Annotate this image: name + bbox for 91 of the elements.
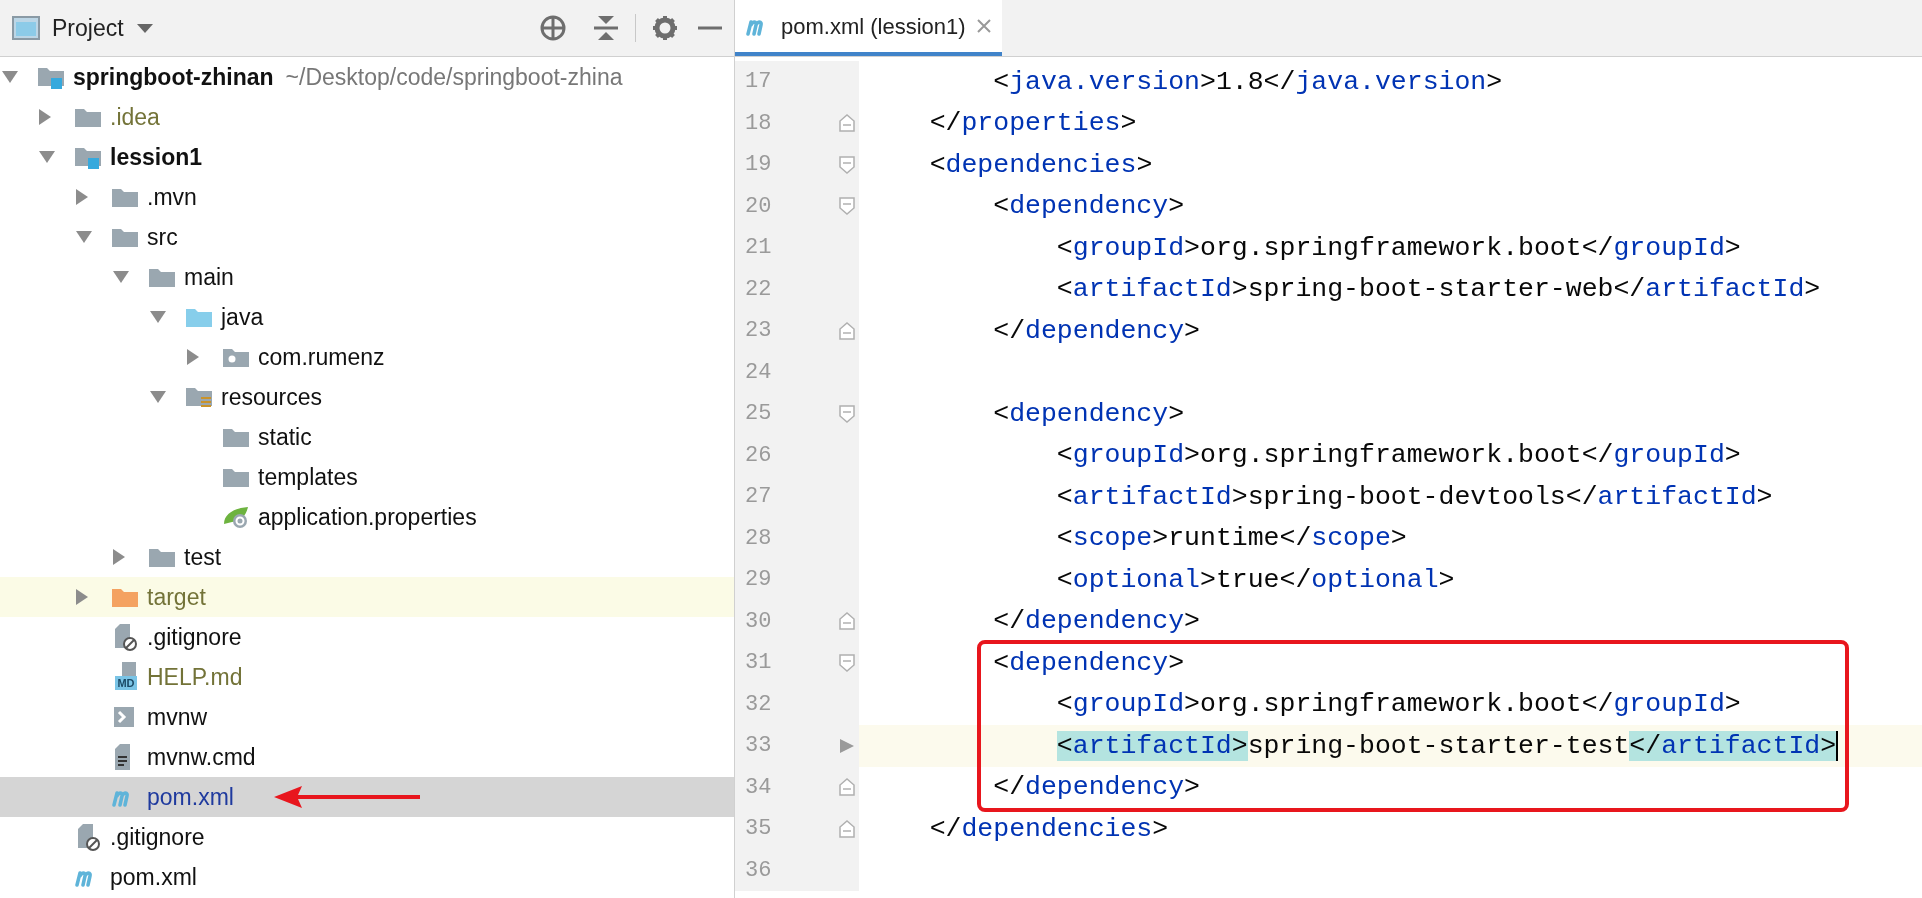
- code-line: </dependencies>: [928, 813, 1169, 844]
- expanded-arrow-icon[interactable]: [39, 151, 55, 163]
- crosshair-icon[interactable]: [539, 14, 567, 42]
- fold-start-icon[interactable]: [839, 653, 855, 672]
- code-line: </dependency>: [992, 315, 1200, 346]
- fold-start-icon[interactable]: [839, 404, 855, 423]
- editor-tab[interactable]: pom.xml (lession1): [735, 0, 1002, 56]
- tree-item-label[interactable]: test: [184, 539, 222, 575]
- code-line: <dependencies>: [928, 149, 1153, 180]
- tree-item-label[interactable]: pom.xml: [110, 859, 197, 895]
- panel-title: Project: [52, 13, 124, 43]
- expanded-arrow-icon[interactable]: [2, 71, 18, 83]
- dropdown-caret-icon[interactable]: [135, 22, 154, 34]
- code-line: <scope>runtime</scope>: [1055, 523, 1407, 554]
- window-icon: [12, 16, 40, 40]
- line-number: 24: [745, 358, 772, 387]
- fold-start-icon[interactable]: [839, 197, 855, 216]
- tree-item-label[interactable]: lession1: [110, 139, 203, 175]
- line-number: 32: [745, 690, 772, 719]
- tree-item-label[interactable]: springboot-zhinan: [73, 59, 274, 95]
- settings-icon[interactable]: [652, 15, 678, 41]
- code-line: <groupId>org.springframework.boot</groupId>: [1055, 440, 1741, 471]
- text-cursor: [1836, 730, 1839, 761]
- line-number: 31: [745, 649, 772, 678]
- code-line: </properties>: [928, 108, 1137, 139]
- line-number: 28: [745, 524, 772, 553]
- tree-item-label[interactable]: resources: [221, 379, 322, 415]
- line-number: 36: [745, 856, 772, 885]
- expanded-arrow-icon[interactable]: [150, 311, 166, 323]
- code-line: <java.version>1.8</java.version>: [992, 66, 1503, 97]
- code-line: <artifactId>spring-boot-devtools</artifactId>: [1055, 481, 1773, 512]
- tree-item-label[interactable]: pom.xml: [147, 779, 234, 815]
- code-line: <optional>true</optional>: [1055, 564, 1455, 595]
- line-number: 26: [745, 441, 772, 470]
- expanded-arrow-icon[interactable]: [76, 231, 92, 243]
- line-number: 21: [745, 234, 772, 263]
- fold-end-icon[interactable]: [839, 819, 855, 838]
- line-number: 30: [745, 607, 772, 636]
- tree-item-label[interactable]: .mvn: [147, 179, 197, 215]
- line-number: 23: [745, 317, 772, 346]
- collapse-all-icon[interactable]: [593, 14, 619, 42]
- code-line: <dependency>: [992, 647, 1185, 678]
- fold-end-icon[interactable]: [839, 114, 855, 133]
- tree-item-label[interactable]: .gitignore: [110, 819, 205, 855]
- tree-item-label[interactable]: mvnw: [147, 699, 208, 735]
- collapsed-arrow-icon[interactable]: [39, 109, 51, 125]
- tree-item-label[interactable]: target: [147, 579, 206, 615]
- line-number: 17: [745, 68, 772, 97]
- line-number: 22: [745, 275, 772, 304]
- line-number: 27: [745, 483, 772, 512]
- code-line: <artifactId>spring-boot-starter-web</artifactId>: [1055, 274, 1821, 305]
- line-number: 34: [745, 773, 772, 802]
- tree-item-label[interactable]: mvnw.cmd: [147, 739, 256, 775]
- line-number: 25: [745, 400, 772, 429]
- code-line: </dependency>: [992, 772, 1200, 803]
- collapsed-arrow-icon[interactable]: [187, 349, 199, 365]
- tree-item-label[interactable]: HELP.md: [147, 659, 243, 695]
- code-line: <groupId>org.springframework.boot</groupId>: [1055, 232, 1741, 263]
- tree-item-label[interactable]: .gitignore: [147, 619, 242, 655]
- line-number: 35: [745, 815, 772, 844]
- tree-item-label[interactable]: .idea: [110, 99, 160, 135]
- line-number: 19: [745, 151, 772, 180]
- code-line: <artifactId>spring-boot-starter-test</artifactId>: [1055, 730, 1837, 761]
- tree-item-label[interactable]: java: [221, 299, 264, 335]
- line-number: 18: [745, 109, 772, 138]
- project-path: ~/Desktop/code/springboot-zhina: [285, 62, 623, 92]
- close-icon[interactable]: [975, 18, 992, 34]
- expanded-arrow-icon[interactable]: [113, 271, 129, 283]
- collapsed-arrow-icon[interactable]: [76, 589, 88, 605]
- line-number: 29: [745, 566, 772, 595]
- line-number: 33: [745, 732, 772, 761]
- fold-end-icon[interactable]: [839, 612, 855, 631]
- tree-item-label[interactable]: application.properties: [258, 499, 477, 535]
- tree-item-label[interactable]: static: [258, 419, 312, 455]
- tree-item-label[interactable]: com.rumenz: [258, 339, 385, 375]
- minimize-icon[interactable]: [698, 25, 722, 31]
- collapsed-arrow-icon[interactable]: [113, 549, 125, 565]
- triangle-icon[interactable]: [839, 737, 855, 754]
- fold-end-icon[interactable]: [839, 321, 855, 340]
- fold-end-icon[interactable]: [839, 778, 855, 797]
- code-line: <groupId>org.springframework.boot</groupId>: [1055, 689, 1741, 720]
- tree-item-label[interactable]: main: [184, 259, 234, 295]
- fold-start-icon[interactable]: [839, 155, 855, 174]
- code-line: </dependency>: [992, 606, 1200, 637]
- code-line: <dependency>: [992, 398, 1185, 429]
- tree-item-label[interactable]: src: [147, 219, 178, 255]
- line-number: 20: [745, 192, 772, 221]
- expanded-arrow-icon[interactable]: [150, 391, 166, 403]
- collapsed-arrow-icon[interactable]: [76, 189, 88, 205]
- tree-item-label[interactable]: templates: [258, 459, 358, 495]
- code-line: <dependency>: [992, 191, 1185, 222]
